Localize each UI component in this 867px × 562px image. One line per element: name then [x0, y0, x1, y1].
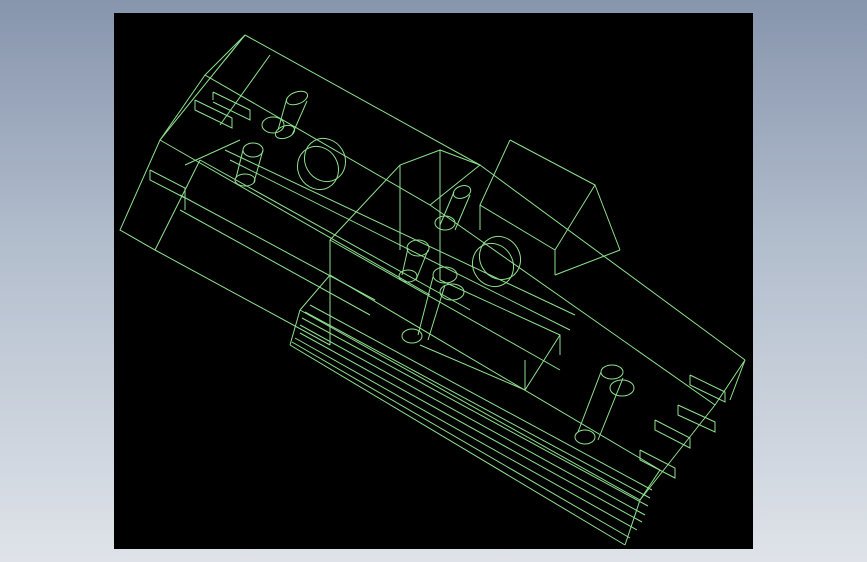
- cad-3d-viewport[interactable]: [114, 13, 753, 549]
- wireframe-model: [119, 34, 746, 546]
- middle-block: [329, 149, 561, 371]
- base-rail: [289, 274, 661, 546]
- studs-left: [149, 91, 251, 199]
- cylinder-right: [574, 364, 635, 445]
- cylinder-left-vertical: [234, 142, 264, 187]
- main-housing-block: [119, 34, 481, 346]
- large-bushing-right: [471, 235, 522, 288]
- cylinder-top-left: [261, 90, 309, 140]
- cylinder-mid-3: [401, 266, 465, 344]
- cylinder-mid-1: [434, 185, 472, 231]
- large-bushing-left: [296, 137, 347, 191]
- studs-right: [639, 374, 726, 479]
